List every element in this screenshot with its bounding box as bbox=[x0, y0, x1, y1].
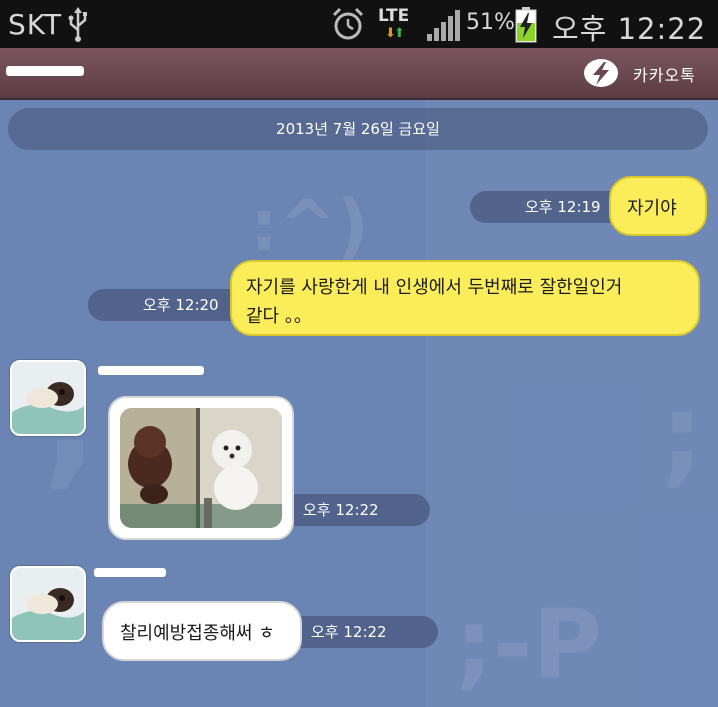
message-text-line: 같다 。。 bbox=[246, 306, 312, 327]
usb-icon bbox=[66, 6, 90, 46]
date-divider: 2013년 7월 26일 금요일 bbox=[8, 108, 708, 150]
status-bar: SKT LTE ⬇⬆ 51% 오후 12:22 bbox=[0, 0, 718, 48]
sender-name-redacted bbox=[94, 568, 166, 577]
network-type-label: LTE bbox=[378, 6, 410, 26]
message-time-pill: 오후 12:20 bbox=[88, 289, 248, 321]
kakao-bolt-logo[interactable] bbox=[583, 58, 619, 88]
puppies-photo[interactable] bbox=[120, 408, 282, 528]
watermark-glyph: ;-P bbox=[455, 590, 603, 700]
message-time-pill: 오후 12:22 bbox=[275, 494, 430, 526]
carrier-label: SKT bbox=[8, 8, 63, 41]
message-time-pill: 오후 12:22 bbox=[285, 616, 438, 648]
sent-message-bubble[interactable]: 자기야 bbox=[609, 176, 707, 236]
lte-arrows-icon: ⬇⬆ bbox=[385, 26, 405, 41]
received-message-bubble[interactable]: 찰리예방접종해써 ㅎ bbox=[102, 601, 302, 661]
sent-message-bubble[interactable]: 자기를 사랑한게 내 인생에서 두번째로 잘한일인거 같다 。。 bbox=[230, 260, 700, 336]
clock: 오후 12:22 bbox=[552, 12, 707, 46]
message-text: 자기야 bbox=[627, 198, 677, 219]
message-time: 오후 12:22 bbox=[303, 501, 379, 519]
watermark-glyph: :^) bbox=[250, 185, 369, 267]
watermark-glyph: ; bbox=[660, 370, 704, 498]
chat-room-name-redacted bbox=[6, 66, 84, 76]
message-time: 오후 12:19 bbox=[525, 198, 601, 216]
avatar[interactable] bbox=[10, 360, 86, 436]
message-time-pill: 오후 12:19 bbox=[470, 191, 625, 223]
alarm-icon bbox=[330, 6, 366, 46]
received-photo-bubble[interactable] bbox=[108, 396, 294, 540]
message-time: 오후 12:22 bbox=[311, 623, 387, 641]
signal-icon bbox=[426, 8, 462, 46]
message-text-line: 자기를 사랑한게 내 인생에서 두번째로 잘한일인거 bbox=[246, 277, 623, 298]
app-name: 카카오톡 bbox=[633, 66, 696, 85]
sender-name-redacted bbox=[98, 366, 204, 375]
avatar[interactable] bbox=[10, 566, 86, 642]
battery-charging-icon bbox=[514, 6, 538, 48]
chat-title-bar: 카카오톡 bbox=[0, 48, 718, 100]
message-text: 찰리예방접종해써 ㅎ bbox=[120, 623, 275, 644]
battery-percent: 51% bbox=[466, 10, 515, 35]
message-time: 오후 12:20 bbox=[143, 296, 219, 314]
